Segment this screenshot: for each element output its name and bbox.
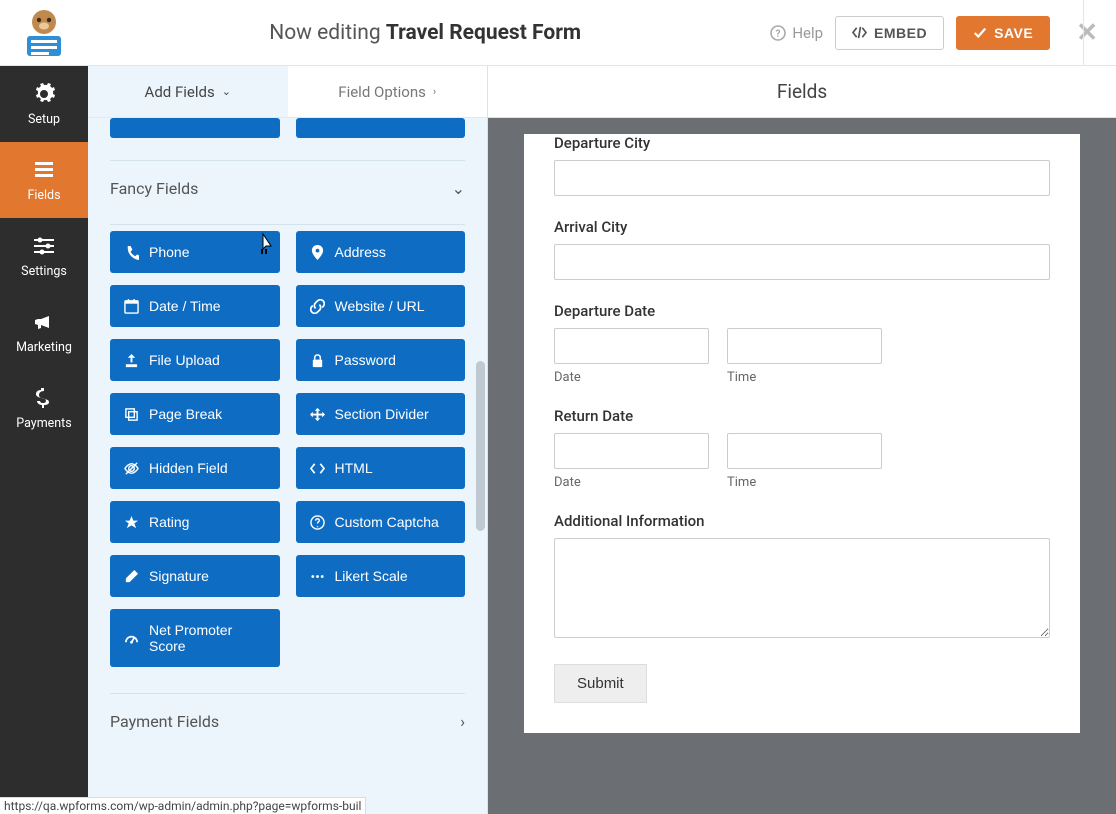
- fields-sidebar: Add Fields ⌄ Field Options › Fancy Field…: [88, 66, 488, 814]
- embed-icon: [852, 25, 867, 40]
- field-type-likert[interactable]: Likert Scale: [296, 555, 466, 597]
- preview-title: Fields: [488, 66, 1116, 118]
- section-fancy-fields[interactable]: Fancy Fields ⌄: [110, 161, 465, 216]
- pencil-icon: [124, 569, 139, 584]
- field-arrival-city[interactable]: Arrival City: [554, 218, 1050, 280]
- field-type-phone[interactable]: Phone: [110, 231, 280, 273]
- field-type-hidden[interactable]: Hidden Field: [110, 447, 280, 489]
- lock-icon: [310, 353, 325, 368]
- rail-item-payments[interactable]: Payments: [0, 370, 88, 446]
- header-title: Now editing Travel Request Form: [80, 21, 770, 45]
- code-icon: [310, 461, 325, 476]
- editing-prefix: Now editing: [269, 21, 386, 45]
- sidebar-scrollbar[interactable]: [476, 361, 485, 531]
- input-departure-time[interactable]: [727, 328, 882, 364]
- field-departure-city[interactable]: Departure City: [554, 134, 1050, 196]
- tab-add-fields[interactable]: Add Fields ⌄: [88, 66, 288, 117]
- header: Now editing Travel Request Form ? Help E…: [0, 0, 1116, 66]
- gear-icon: [32, 82, 56, 106]
- rail-item-marketing[interactable]: Marketing: [0, 294, 88, 370]
- field-additional-info[interactable]: Additional Information: [554, 512, 1050, 642]
- copy-icon: [124, 407, 139, 422]
- field-button-partial[interactable]: [110, 118, 280, 138]
- save-button[interactable]: SAVE: [956, 16, 1050, 50]
- input-return-date[interactable]: [554, 433, 709, 469]
- label-return-date: Return Date: [554, 407, 1050, 425]
- input-return-time[interactable]: [727, 433, 882, 469]
- question-icon: [310, 515, 325, 530]
- section-payment-fields[interactable]: Payment Fields ›: [110, 694, 465, 749]
- left-rail: Setup Fields Settings Marketing Payments: [0, 66, 88, 814]
- submit-button[interactable]: Submit: [554, 664, 647, 703]
- chevron-down-icon: ⌄: [452, 179, 465, 198]
- field-type-captcha[interactable]: Custom Captcha: [296, 501, 466, 543]
- field-departure-date[interactable]: Departure Date Date Time: [554, 302, 1050, 385]
- field-type-signature[interactable]: Signature: [110, 555, 280, 597]
- tab-field-options[interactable]: Field Options ›: [288, 66, 488, 117]
- chevron-down-icon: ⌄: [222, 85, 231, 98]
- field-type-pagebreak[interactable]: Page Break: [110, 393, 280, 435]
- field-button-partial[interactable]: [296, 118, 466, 138]
- field-type-url[interactable]: Website / URL: [296, 285, 466, 327]
- rail-item-fields[interactable]: Fields: [0, 142, 88, 218]
- dots-icon: [310, 569, 325, 584]
- input-departure-city[interactable]: [554, 160, 1050, 196]
- svg-text:?: ?: [776, 29, 781, 40]
- calendar-icon: [124, 299, 139, 314]
- input-arrival-city[interactable]: [554, 244, 1050, 280]
- label-departure-city: Departure City: [554, 134, 1050, 152]
- upload-icon: [124, 353, 139, 368]
- phone-icon: [124, 245, 139, 260]
- star-icon: [124, 515, 139, 530]
- field-type-divider[interactable]: Section Divider: [296, 393, 466, 435]
- field-type-upload[interactable]: File Upload: [110, 339, 280, 381]
- help-link[interactable]: ? Help: [770, 24, 823, 42]
- field-type-rating[interactable]: Rating: [110, 501, 280, 543]
- chevron-right-icon: ›: [433, 85, 436, 98]
- link-icon: [310, 299, 325, 314]
- form-icon: [32, 158, 56, 182]
- field-type-address[interactable]: Address: [296, 231, 466, 273]
- label-departure-date: Departure Date: [554, 302, 1050, 320]
- bullhorn-icon: [32, 310, 56, 334]
- field-type-datetime[interactable]: Date / Time: [110, 285, 280, 327]
- rail-item-settings[interactable]: Settings: [0, 218, 88, 294]
- sliders-icon: [32, 234, 56, 258]
- gauge-icon: [124, 631, 139, 646]
- close-button[interactable]: ✕: [1076, 18, 1098, 48]
- preview-pane: Fields Departure City Arrival City Depar…: [488, 66, 1116, 814]
- pin-icon: [310, 245, 325, 260]
- status-bar: https://qa.wpforms.com/wp-admin/admin.ph…: [0, 797, 366, 814]
- field-return-date[interactable]: Return Date Date Time: [554, 407, 1050, 490]
- dollar-icon: [32, 386, 56, 410]
- textarea-additional-info[interactable]: [554, 538, 1050, 638]
- form-name: Travel Request Form: [386, 21, 581, 45]
- field-type-html[interactable]: HTML: [296, 447, 466, 489]
- app-logo: [8, 6, 80, 60]
- input-departure-date[interactable]: [554, 328, 709, 364]
- eyeoff-icon: [124, 461, 139, 476]
- embed-button[interactable]: EMBED: [835, 16, 944, 50]
- field-type-password[interactable]: Password: [296, 339, 466, 381]
- label-additional-info: Additional Information: [554, 512, 1050, 530]
- field-type-nps[interactable]: Net Promoter Score: [110, 609, 280, 667]
- help-icon: ?: [770, 25, 786, 41]
- rail-item-setup[interactable]: Setup: [0, 66, 88, 142]
- label-arrival-city: Arrival City: [554, 218, 1050, 236]
- chevron-right-icon: ›: [460, 712, 465, 731]
- check-icon: [973, 26, 987, 40]
- arrows-icon: [310, 407, 325, 422]
